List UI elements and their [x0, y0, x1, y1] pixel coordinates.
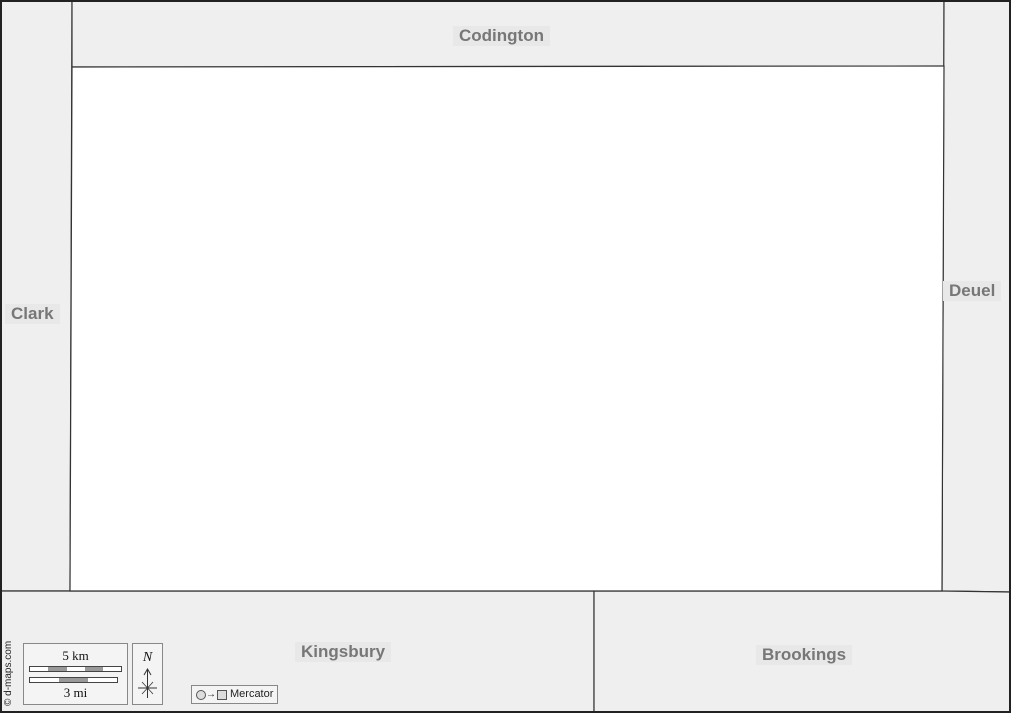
copyright-credit: © d-maps.com [3, 640, 14, 706]
county-label-codington: Codington [453, 26, 550, 46]
scale-mi-bar [29, 677, 118, 683]
focus-county-area [69, 65, 945, 592]
county-map: Codington Clark Deuel Kingsbury Brooking… [0, 0, 1011, 713]
scale-km-label: 5 km [62, 648, 89, 663]
map-canvas [0, 0, 1011, 713]
scale-bar-box: 5 km 3 mi [23, 643, 128, 705]
north-arrow-box: N [132, 643, 163, 705]
scale-km-bar [29, 666, 122, 672]
projection-label: Mercator [230, 688, 274, 700]
county-label-deuel: Deuel [943, 281, 1002, 301]
county-label-kingsbury: Kingsbury [295, 642, 392, 662]
globe-icon [196, 690, 206, 700]
compass-icon [138, 668, 157, 698]
county-label-clark: Clark [5, 304, 60, 324]
scale-mi-label: 3 mi [63, 685, 88, 700]
projection-box: → Mercator [191, 685, 278, 704]
arrow-right-icon: → [206, 689, 216, 700]
county-label-brookings: Brookings [756, 645, 853, 665]
clark-county-area [0, 0, 73, 592]
flat-map-icon [217, 690, 227, 700]
